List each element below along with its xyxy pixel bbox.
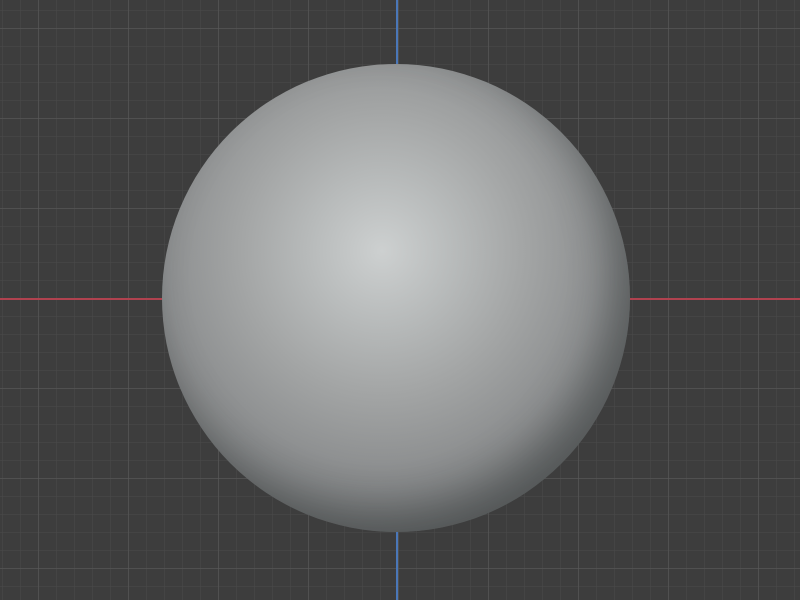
3d-viewport[interactable] <box>0 0 800 600</box>
sphere-mesh[interactable] <box>162 64 630 532</box>
